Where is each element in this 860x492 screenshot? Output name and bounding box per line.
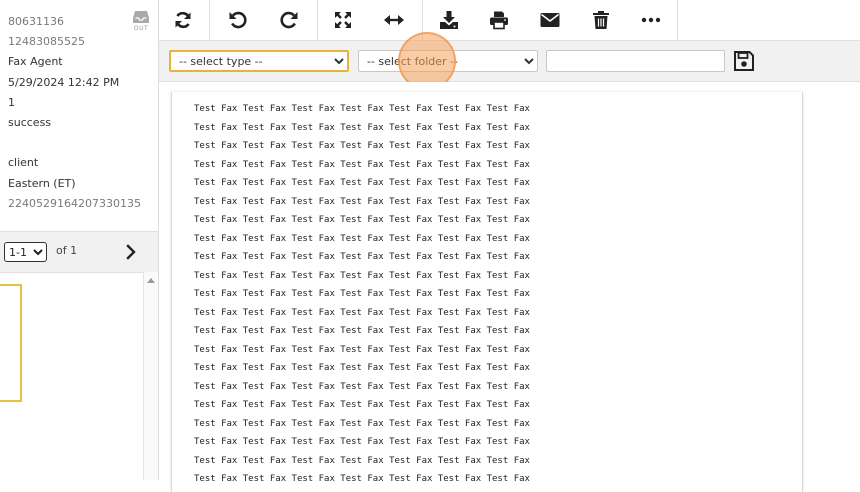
fax-text-line: Test Fax Test Fax Test Fax Test Fax Test… (194, 307, 530, 318)
fax-text-line: Test Fax Test Fax Test Fax Test Fax Test… (194, 196, 530, 207)
more-icon (641, 17, 661, 23)
fax-text-line: Test Fax Test Fax Test Fax Test Fax Test… (194, 252, 530, 262)
refresh-icon (175, 11, 191, 29)
outbound-badge: OUT (130, 10, 152, 36)
fax-text-line: Test Fax Test Fax Test Fax Test Fax Test… (194, 326, 530, 336)
fax-text-line: Test Fax Test Fax Test Fax Test Fax Test… (194, 122, 530, 133)
fax-text-line: Test Fax Test Fax Test Fax Test Fax Test… (194, 455, 530, 466)
page-select[interactable]: 1-1 (4, 242, 47, 262)
message-meta-list: 80631136 12483085525 Fax Agent 5/29/2024… (8, 12, 158, 214)
email-icon (540, 13, 560, 27)
download-icon (440, 11, 458, 29)
toolbar-divider (422, 0, 423, 40)
print-icon (490, 11, 508, 30)
sender-name: Fax Agent (8, 55, 63, 69)
document-viewer[interactable]: Test Fax Test Fax Test Fax Test Fax Test… (159, 82, 860, 492)
fax-text-line: Test Fax Test Fax Test Fax Test Fax Test… (194, 381, 530, 392)
save-icon[interactable] (733, 50, 755, 72)
page-count: 1 (8, 95, 15, 109)
fax-text-line: Test Fax Test Fax Test Fax Test Fax Test… (194, 141, 530, 151)
undo-button[interactable] (218, 0, 258, 40)
outbound-label: OUT (133, 25, 149, 32)
chevron-right-icon[interactable] (124, 244, 138, 260)
message-details-panel: 80631136 12483085525 Fax Agent 5/29/2024… (0, 0, 159, 480)
fit-page-icon (335, 12, 351, 28)
fax-text-line: Test Fax Test Fax Test Fax Test Fax Test… (194, 474, 530, 484)
scroll-up-icon[interactable] (147, 278, 155, 283)
thumbnail-area (0, 272, 158, 480)
fit-page-button[interactable] (323, 0, 363, 40)
fax-text-line: Test Fax Test Fax Test Fax Test Fax Test… (194, 215, 530, 225)
fax-text-line: Test Fax Test Fax Test Fax Test Fax Test… (194, 233, 530, 244)
delete-button[interactable] (581, 0, 621, 40)
fax-status: success (8, 115, 52, 129)
fax-text-line: Test Fax Test Fax Test Fax Test Fax Test… (194, 437, 530, 447)
note-input[interactable] (546, 50, 725, 72)
reference-id: 2240529164207330135 (8, 196, 141, 210)
download-button[interactable] (429, 0, 469, 40)
delete-icon (593, 11, 609, 29)
fax-text-line: Test Fax Test Fax Test Fax Test Fax Test… (194, 178, 530, 188)
folder-select[interactable]: -- select folder -- (358, 50, 538, 72)
page-pager: 1-1 of 1 (0, 231, 158, 273)
timezone: Eastern (ET) (8, 176, 76, 190)
toolbar-divider (209, 0, 210, 40)
email-button[interactable] (530, 0, 570, 40)
fax-text-line: Test Fax Test Fax Test Fax Test Fax Test… (194, 363, 530, 373)
fax-text-line: Test Fax Test Fax Test Fax Test Fax Test… (194, 104, 530, 114)
viewer-toolbar (159, 0, 860, 41)
fax-text-line: Test Fax Test Fax Test Fax Test Fax Test… (194, 418, 530, 429)
fax-text-line: Test Fax Test Fax Test Fax Test Fax Test… (194, 289, 530, 299)
redo-button[interactable] (269, 0, 309, 40)
outbox-tray-icon (133, 11, 149, 23)
fit-width-icon (384, 15, 404, 25)
thumbnail-scrollbar[interactable] (143, 272, 158, 480)
toolbar-divider (677, 0, 678, 40)
filter-bar: -- select type -- -- select folder -- (159, 41, 860, 82)
undo-icon (229, 11, 247, 29)
fax-text-line: Test Fax Test Fax Test Fax Test Fax Test… (194, 344, 530, 355)
fax-text-line: Test Fax Test Fax Test Fax Test Fax Test… (194, 159, 530, 170)
toolbar-divider (317, 0, 318, 40)
page-total-label: of 1 (56, 244, 78, 257)
fax-category: client (8, 156, 39, 170)
page-thumbnail[interactable] (0, 284, 22, 402)
type-select[interactable]: -- select type -- (169, 50, 349, 72)
redo-icon (280, 11, 298, 29)
blank-field (8, 133, 158, 153)
more-options-button[interactable] (631, 0, 671, 40)
sent-datetime: 5/29/2024 12:42 PM (8, 75, 120, 89)
refresh-button[interactable] (163, 0, 203, 40)
print-button[interactable] (479, 0, 519, 40)
fax-text-line: Test Fax Test Fax Test Fax Test Fax Test… (194, 270, 530, 281)
fax-text-lines: Test Fax Test Fax Test Fax Test Fax Test… (194, 100, 530, 489)
fax-page: Test Fax Test Fax Test Fax Test Fax Test… (171, 92, 803, 492)
fit-width-button[interactable] (374, 0, 414, 40)
fax-text-line: Test Fax Test Fax Test Fax Test Fax Test… (194, 400, 530, 410)
